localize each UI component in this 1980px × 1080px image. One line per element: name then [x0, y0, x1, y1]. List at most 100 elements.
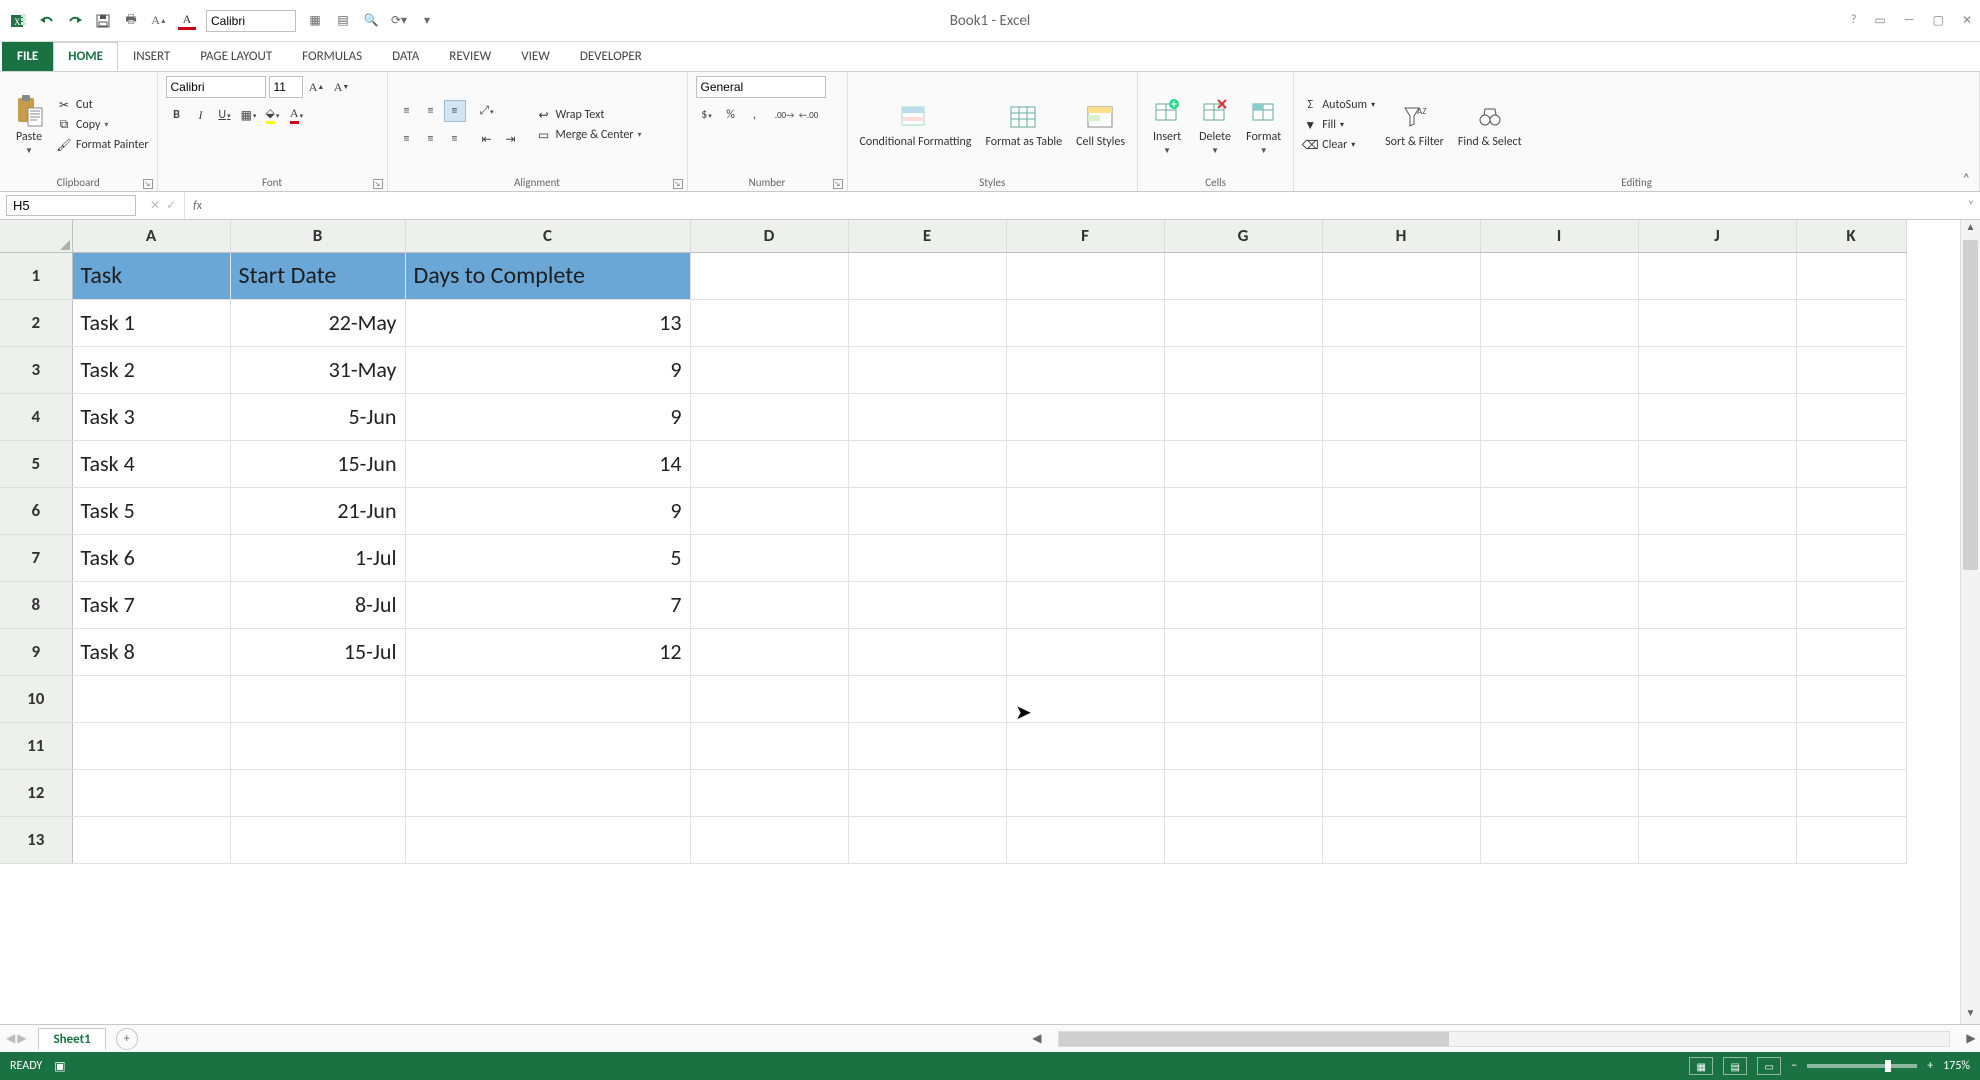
- cell-J4[interactable]: [1638, 393, 1796, 440]
- cell-E5[interactable]: [848, 440, 1006, 487]
- row-header-2[interactable]: 2: [0, 299, 72, 346]
- insert-cells-button[interactable]: Insert▼: [1146, 92, 1188, 158]
- cell-B4[interactable]: 5-Jun: [230, 393, 405, 440]
- cell-A8[interactable]: Task 7: [72, 581, 230, 628]
- cell-F9[interactable]: [1006, 628, 1164, 675]
- expand-formula-bar-icon[interactable]: ˅: [1962, 199, 1980, 213]
- cell-B11[interactable]: [230, 722, 405, 769]
- macro-record-icon[interactable]: ▣: [54, 1059, 65, 1074]
- cell-J8[interactable]: [1638, 581, 1796, 628]
- cell-A2[interactable]: Task 1: [72, 299, 230, 346]
- decrease-decimal-button[interactable]: ←.00: [798, 104, 820, 126]
- cell-I9[interactable]: [1480, 628, 1638, 675]
- cell-G13[interactable]: [1164, 816, 1322, 863]
- copy-button[interactable]: ⧉Copy ▾: [56, 117, 149, 133]
- cell-D8[interactable]: [690, 581, 848, 628]
- cell-A9[interactable]: Task 8: [72, 628, 230, 675]
- row-header-13[interactable]: 13: [0, 816, 72, 863]
- cell-I1[interactable]: [1480, 252, 1638, 299]
- cell-J5[interactable]: [1638, 440, 1796, 487]
- column-header-G[interactable]: G: [1164, 220, 1322, 252]
- cell-E11[interactable]: [848, 722, 1006, 769]
- cell-E10[interactable]: [848, 675, 1006, 722]
- cell-A6[interactable]: Task 5: [72, 487, 230, 534]
- zoom-level[interactable]: 175%: [1943, 1059, 1970, 1073]
- cell-H13[interactable]: [1322, 816, 1480, 863]
- cell-K5[interactable]: [1796, 440, 1906, 487]
- border-button[interactable]: ▦▾: [238, 104, 260, 126]
- hscroll-thumb[interactable]: [1059, 1032, 1449, 1046]
- font-name-combo[interactable]: [166, 76, 266, 98]
- cell-D13[interactable]: [690, 816, 848, 863]
- cell-B9[interactable]: 15-Jul: [230, 628, 405, 675]
- row-header-3[interactable]: 3: [0, 346, 72, 393]
- cell-C7[interactable]: 5: [405, 534, 690, 581]
- cell-J6[interactable]: [1638, 487, 1796, 534]
- column-header-E[interactable]: E: [848, 220, 1006, 252]
- cell-E9[interactable]: [848, 628, 1006, 675]
- sort-filter-button[interactable]: AZSort & Filter: [1381, 98, 1448, 151]
- cell-C10[interactable]: [405, 675, 690, 722]
- conditional-formatting-button[interactable]: Conditional Formatting: [856, 98, 976, 151]
- italic-button[interactable]: I: [190, 104, 212, 126]
- row-header-4[interactable]: 4: [0, 393, 72, 440]
- underline-button[interactable]: U▾: [214, 104, 236, 126]
- fill-color-button[interactable]: ⬙▾: [262, 104, 284, 126]
- cell-I5[interactable]: [1480, 440, 1638, 487]
- cell-E2[interactable]: [848, 299, 1006, 346]
- format-painter-button[interactable]: 🖌Format Painter: [56, 137, 149, 153]
- cell-E4[interactable]: [848, 393, 1006, 440]
- spreadsheet-grid[interactable]: ABCDEFGHIJK1TaskStart DateDays to Comple…: [0, 220, 1907, 864]
- cell-K6[interactable]: [1796, 487, 1906, 534]
- dialog-launcher-icon[interactable]: ↘: [673, 179, 683, 189]
- cell-C8[interactable]: 7: [405, 581, 690, 628]
- cell-K11[interactable]: [1796, 722, 1906, 769]
- cell-D7[interactable]: [690, 534, 848, 581]
- cell-E6[interactable]: [848, 487, 1006, 534]
- cell-A1[interactable]: Task: [72, 252, 230, 299]
- cell-I2[interactable]: [1480, 299, 1638, 346]
- normal-view-button[interactable]: ▦: [1689, 1057, 1713, 1075]
- orientation-button[interactable]: ⤢▾: [476, 100, 498, 122]
- qat-customize-icon[interactable]: ▾: [418, 12, 436, 30]
- autosum-button[interactable]: ΣAutoSum ▾: [1302, 97, 1375, 113]
- cell-E8[interactable]: [848, 581, 1006, 628]
- cell-H6[interactable]: [1322, 487, 1480, 534]
- merge-center-button[interactable]: ▭Merge & Center ▾: [536, 127, 642, 143]
- cell-D6[interactable]: [690, 487, 848, 534]
- dialog-launcher-icon[interactable]: ↘: [373, 179, 383, 189]
- fx-icon[interactable]: fx: [185, 199, 210, 213]
- column-header-A[interactable]: A: [72, 220, 230, 252]
- font-color-button[interactable]: A▾: [286, 104, 308, 126]
- cell-A12[interactable]: [72, 769, 230, 816]
- comma-button[interactable]: ,: [744, 104, 766, 126]
- tab-page-layout[interactable]: PAGE LAYOUT: [185, 42, 287, 71]
- cell-G4[interactable]: [1164, 393, 1322, 440]
- cell-A7[interactable]: Task 6: [72, 534, 230, 581]
- dialog-launcher-icon[interactable]: ↘: [833, 179, 843, 189]
- cell-C11[interactable]: [405, 722, 690, 769]
- cell-D9[interactable]: [690, 628, 848, 675]
- horizontal-scrollbar[interactable]: [1058, 1031, 1950, 1047]
- percent-button[interactable]: %: [720, 104, 742, 126]
- row-header-1[interactable]: 1: [0, 252, 72, 299]
- row-header-7[interactable]: 7: [0, 534, 72, 581]
- cell-J12[interactable]: [1638, 769, 1796, 816]
- cell-B12[interactable]: [230, 769, 405, 816]
- cell-I4[interactable]: [1480, 393, 1638, 440]
- cell-F13[interactable]: [1006, 816, 1164, 863]
- tab-data[interactable]: DATA: [377, 42, 434, 71]
- fill-button[interactable]: ▼Fill ▾: [1302, 117, 1375, 133]
- align-top-button[interactable]: ≡: [396, 100, 418, 122]
- cell-F7[interactable]: [1006, 534, 1164, 581]
- find-select-button[interactable]: Find & Select: [1454, 98, 1526, 151]
- increase-font-icon[interactable]: A▲: [150, 12, 168, 30]
- cell-A3[interactable]: Task 2: [72, 346, 230, 393]
- cell-D12[interactable]: [690, 769, 848, 816]
- row-header-9[interactable]: 9: [0, 628, 72, 675]
- cell-D2[interactable]: [690, 299, 848, 346]
- font-size-combo[interactable]: [269, 76, 303, 98]
- cell-styles-button[interactable]: Cell Styles: [1072, 98, 1129, 151]
- qat-font-combo[interactable]: [206, 10, 296, 32]
- cell-B1[interactable]: Start Date: [230, 252, 405, 299]
